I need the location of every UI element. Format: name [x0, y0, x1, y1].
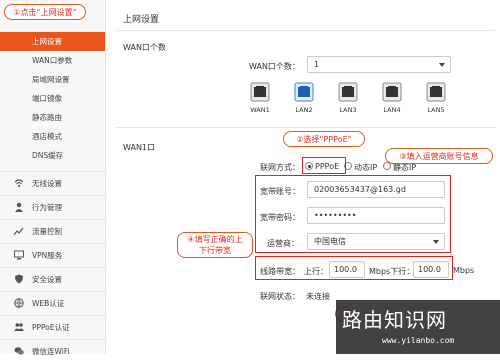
sidebar-item-label: 安全设置: [32, 275, 62, 284]
sidebar-item-label: 静态路由: [32, 113, 62, 122]
port-label: LAN5: [427, 106, 445, 114]
sidebar-item-label: 上网设置: [32, 37, 62, 46]
sidebar-item-dns-cache[interactable]: DNS缓存: [0, 146, 105, 165]
sidebar-item-label: 局域网设置: [32, 75, 70, 84]
port-lan4-icon: [382, 82, 402, 102]
divider: [115, 30, 495, 31]
wifi-icon: [14, 179, 24, 188]
sidebar-item-behavior[interactable]: 行为管理: [0, 195, 105, 218]
sidebar-item-label: PPPoE认证: [32, 323, 70, 332]
annotation-step4-line2: 下行带宽: [199, 246, 231, 255]
sidebar-item-label: 流量控制: [32, 227, 62, 236]
watermark-url: www.yilanbo.com: [382, 336, 455, 345]
people-icon: [14, 323, 24, 331]
chart-icon: [14, 227, 24, 236]
user-icon: [15, 202, 23, 212]
page-title: 上网设置: [123, 15, 160, 25]
port-label: LAN4: [383, 106, 401, 114]
sidebar-item-lan-settings[interactable]: 局域网设置: [0, 70, 105, 89]
sidebar-item-internet-settings[interactable]: 上网设置: [0, 32, 105, 51]
sidebar-item-label: 微信连WiFi: [32, 347, 70, 356]
watermark: 路由知识网 www.yilanbo.com: [336, 300, 500, 354]
watermark-text: 路由知识网: [342, 308, 447, 332]
divider: [115, 127, 495, 128]
shield-icon: [15, 274, 23, 284]
sidebar-item-static-route[interactable]: 静态路由: [0, 108, 105, 127]
sidebar-item-wan-params[interactable]: WAN口参数: [0, 51, 105, 70]
sidebar-item-label: DNS缓存: [32, 151, 64, 160]
annotation-box-pppoe: [302, 157, 346, 174]
sidebar: ①点击“上网设置” 上网设置 WAN口参数 局域网设置 端口镜像 静态路由 酒店…: [0, 0, 106, 356]
sidebar-item-traffic[interactable]: 流量控制: [0, 219, 105, 242]
sidebar-item-hotel-mode[interactable]: 酒店模式: [0, 127, 105, 146]
wan-count-label: WAN口个数：: [249, 62, 300, 71]
wechat-icon: [14, 347, 24, 355]
vpn-icon: [14, 250, 24, 260]
wan-count-value: 1: [314, 60, 320, 69]
sidebar-item-label: WAN口参数: [32, 56, 73, 65]
annotation-box-account: [255, 175, 451, 253]
conn-type-label: 联网方式：: [260, 163, 300, 172]
sidebar-item-label: 酒店模式: [32, 132, 62, 141]
sidebar-item-wechat-wifi[interactable]: 微信连WiFi: [0, 339, 105, 362]
sidebar-item-wireless[interactable]: 无线设置: [0, 171, 105, 194]
globe-icon: [14, 298, 24, 308]
wan-count-select[interactable]: 1: [307, 56, 451, 73]
status-label: 联网状态：: [260, 292, 300, 301]
annotation-step4-line1: ④填写正确的上: [187, 235, 243, 244]
sidebar-item-label: WEB认证: [32, 299, 65, 308]
wan-count-section-title: WAN口个数: [123, 43, 166, 52]
sidebar-item-label: 无线设置: [32, 179, 62, 188]
port-lan3-icon: [338, 82, 358, 102]
sidebar-item-label: 端口镜像: [32, 94, 62, 103]
port-label: LAN3: [339, 106, 357, 114]
sidebar-item-label: 行为管理: [32, 203, 62, 212]
annotation-step3: ③填入运营商账号信息: [385, 148, 493, 164]
annotation-box-bandwidth: [255, 256, 453, 280]
port-lan5-icon: [426, 82, 446, 102]
status-value: 未连接: [306, 292, 330, 301]
bandwidth-unit: Mbps: [453, 266, 475, 275]
port-wan1-icon: [250, 82, 270, 102]
port-label: WAN1: [250, 106, 270, 114]
sidebar-item-web-auth[interactable]: WEB认证: [0, 291, 105, 314]
annotation-step2: ②选择“PPPoE”: [283, 131, 365, 147]
annotation-step4: ④填写正确的上 下行带宽: [177, 232, 253, 258]
sidebar-item-pppoe-auth[interactable]: PPPoE认证: [0, 315, 105, 338]
port-lan2-icon: [294, 82, 314, 102]
annotation-step1: ①点击“上网设置”: [4, 4, 86, 20]
port-label: LAN2: [295, 106, 313, 114]
sidebar-item-label: VPN服务: [32, 251, 63, 260]
radio-dynamic-ip-label: 动态IP: [354, 163, 378, 172]
sidebar-item-vpn[interactable]: VPN服务: [0, 243, 105, 266]
wan1-section-title: WAN1口: [123, 143, 156, 152]
chevron-down-icon: [439, 63, 445, 67]
sidebar-item-security[interactable]: 安全设置: [0, 267, 105, 290]
sidebar-item-port-mirror[interactable]: 端口镜像: [0, 89, 105, 108]
